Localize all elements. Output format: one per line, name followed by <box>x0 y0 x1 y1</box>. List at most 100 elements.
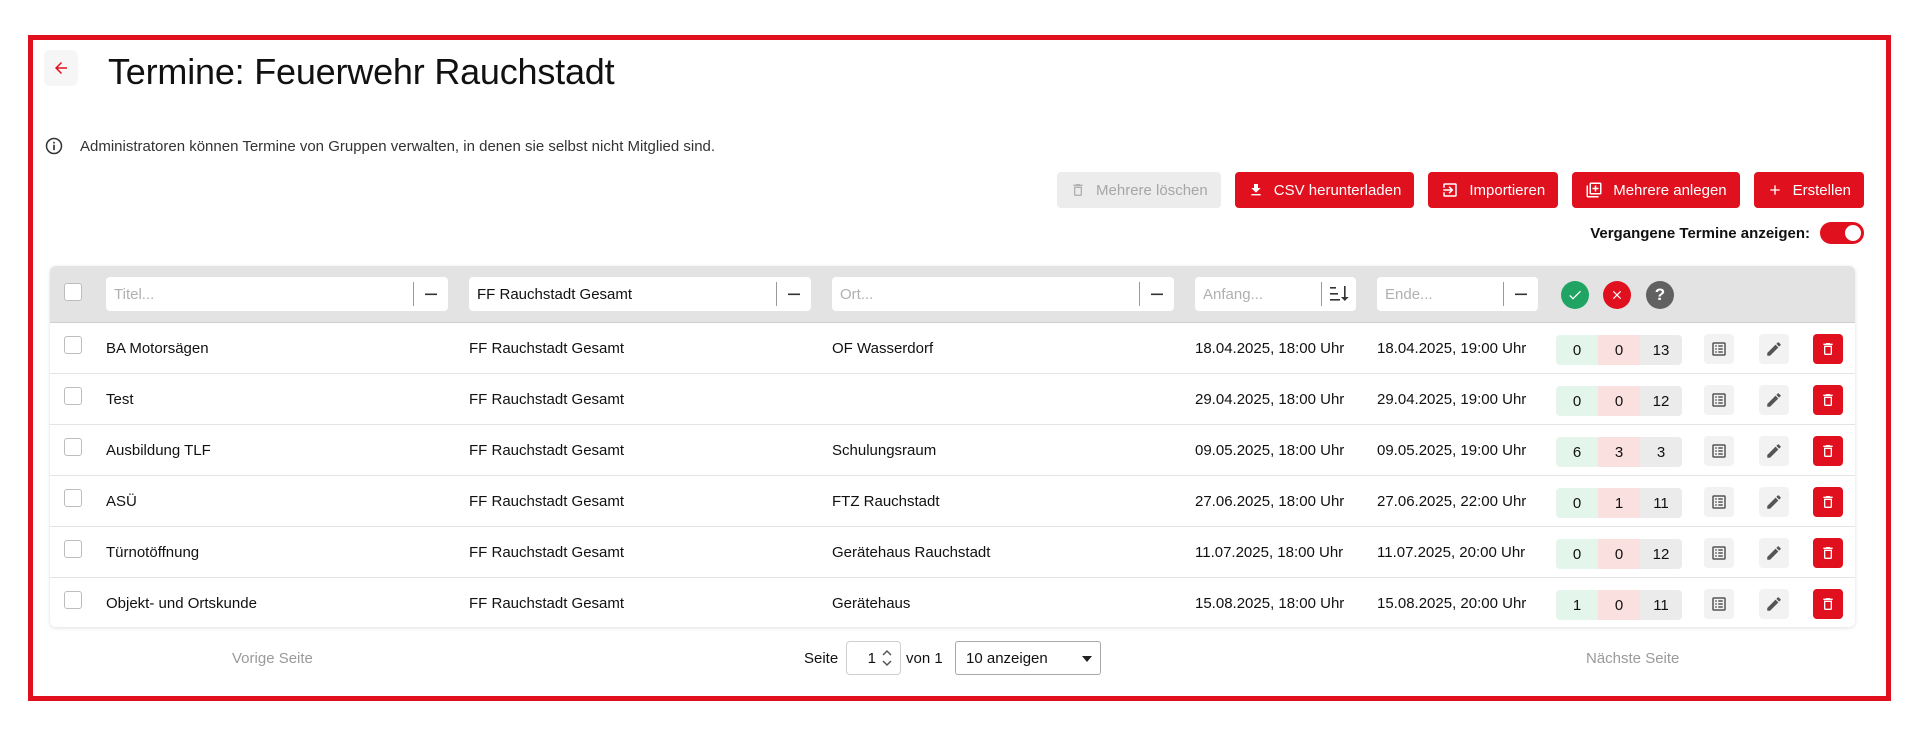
page-number-input[interactable]: 1 <box>846 641 901 675</box>
spinner-arrows-icon[interactable] <box>882 649 892 667</box>
info-text: Administratoren können Termine von Grupp… <box>80 137 716 155</box>
per-page-value: 10 anzeigen <box>966 649 1048 667</box>
info-icon <box>45 137 63 155</box>
csv-download-button[interactable]: CSV herunterladen <box>1234 172 1415 208</box>
sort-ascending-icon <box>1330 286 1349 301</box>
check-icon <box>1569 290 1581 300</box>
row-title: Test <box>106 391 134 408</box>
table-row: Objekt- und Ortskunde FF Rauchstadt Gesa… <box>50 577 1855 627</box>
prev-page-button[interactable]: Vorige Seite <box>232 650 313 667</box>
filter-no-button[interactable] <box>1603 281 1631 309</box>
row-checkbox[interactable] <box>64 591 82 609</box>
details-button[interactable] <box>1704 436 1734 466</box>
group-filter-input[interactable] <box>469 277 776 311</box>
delete-button[interactable] <box>1813 538 1843 568</box>
end-filter <box>1377 277 1538 311</box>
edit-button[interactable] <box>1759 538 1789 568</box>
show-past-label: Vergangene Termine anzeigen: <box>1590 224 1810 242</box>
per-page-select[interactable]: 10 anzeigen <box>955 641 1101 675</box>
import-icon <box>1443 183 1458 197</box>
group-filter-clear[interactable] <box>777 277 811 311</box>
edit-button[interactable] <box>1759 334 1789 364</box>
row-checkbox[interactable] <box>64 387 82 405</box>
edit-button[interactable] <box>1759 385 1789 415</box>
details-button[interactable] <box>1704 334 1734 364</box>
list-icon <box>1712 393 1726 407</box>
delete-many-button[interactable]: Mehrere löschen <box>1057 172 1221 208</box>
row-checkbox[interactable] <box>64 540 82 558</box>
row-place: Gerätehaus <box>832 595 911 612</box>
row-title: BA Motorsägen <box>106 340 209 357</box>
table-body: BA Motorsägen FF Rauchstadt Gesamt OF Wa… <box>50 322 1855 627</box>
trash-icon <box>1823 343 1833 355</box>
delete-button[interactable] <box>1813 487 1843 517</box>
group-filter <box>469 277 811 311</box>
row-title: Ausbildung TLF <box>106 442 211 459</box>
end-filter-input[interactable] <box>1377 277 1503 311</box>
list-icon <box>1712 342 1726 356</box>
row-checkbox[interactable] <box>64 438 82 456</box>
count-no: 3 <box>1598 437 1640 467</box>
row-group: FF Rauchstadt Gesamt <box>469 595 625 612</box>
row-checkbox[interactable] <box>64 489 82 507</box>
caret-down-icon <box>1082 656 1092 662</box>
edit-button[interactable] <box>1759 436 1789 466</box>
start-sort-button[interactable] <box>1322 277 1356 311</box>
filter-yes-button[interactable] <box>1561 281 1589 309</box>
response-counts: 0 0 12 <box>1556 539 1682 569</box>
pencil-icon <box>1767 444 1781 458</box>
details-button[interactable] <box>1704 538 1734 568</box>
list-icon <box>1712 444 1726 458</box>
create-button[interactable]: Erstellen <box>1753 172 1864 208</box>
import-button[interactable]: Importieren <box>1428 172 1559 208</box>
minus-icon <box>1151 293 1163 296</box>
list-icon <box>1712 495 1726 509</box>
details-button[interactable] <box>1704 385 1734 415</box>
row-group: FF Rauchstadt Gesamt <box>469 493 625 510</box>
details-button[interactable] <box>1704 589 1734 619</box>
count-no: 0 <box>1598 539 1640 569</box>
row-place: Schulungsraum <box>832 442 937 459</box>
delete-button[interactable] <box>1813 436 1843 466</box>
title-filter-clear[interactable] <box>414 277 448 311</box>
info-note: Administratoren können Termine von Grupp… <box>44 136 715 156</box>
row-place: Gerätehaus Rauchstadt <box>832 544 991 561</box>
page-total-label: von 1 <box>906 650 943 667</box>
plus-icon <box>1769 185 1780 195</box>
list-icon <box>1712 597 1726 611</box>
page-label: Seite <box>804 650 839 667</box>
count-yes: 0 <box>1556 386 1598 416</box>
delete-button[interactable] <box>1813 589 1843 619</box>
start-filter-input[interactable] <box>1195 277 1321 311</box>
response-counts: 1 0 11 <box>1556 590 1682 620</box>
row-title: ASÜ <box>106 493 137 510</box>
next-page-button[interactable]: Nächste Seite <box>1586 650 1679 667</box>
back-button[interactable] <box>44 50 78 86</box>
place-filter-input[interactable] <box>832 277 1139 311</box>
delete-button[interactable] <box>1813 385 1843 415</box>
toolbar: Mehrere löschen CSV herunterladen Import… <box>1057 172 1864 208</box>
create-many-button[interactable]: Mehrere anlegen <box>1572 172 1740 208</box>
select-all-checkbox[interactable] <box>64 283 82 301</box>
row-start: 15.08.2025, 18:00 Uhr <box>1195 595 1345 612</box>
title-filter-input[interactable] <box>106 277 413 311</box>
edit-button[interactable] <box>1759 487 1789 517</box>
filter-maybe-button[interactable]: ? <box>1646 281 1674 309</box>
row-start: 29.04.2025, 18:00 Uhr <box>1195 391 1345 408</box>
row-end: 11.07.2025, 20:00 Uhr <box>1377 544 1526 561</box>
delete-button[interactable] <box>1813 334 1843 364</box>
count-maybe: 11 <box>1640 590 1682 620</box>
row-group: FF Rauchstadt Gesamt <box>469 544 625 561</box>
trash-icon <box>1823 496 1833 508</box>
show-past-toggle[interactable] <box>1820 222 1864 244</box>
edit-button[interactable] <box>1759 589 1789 619</box>
table-row: Test FF Rauchstadt Gesamt 29.04.2025, 18… <box>50 373 1855 424</box>
row-end: 29.04.2025, 19:00 Uhr <box>1377 391 1527 408</box>
start-filter <box>1195 277 1356 311</box>
row-checkbox[interactable] <box>64 336 82 354</box>
row-place: FTZ Rauchstadt <box>832 493 940 510</box>
details-button[interactable] <box>1704 487 1734 517</box>
end-filter-clear[interactable] <box>1504 277 1538 311</box>
place-filter-clear[interactable] <box>1140 277 1174 311</box>
events-table: ? BA Motorsägen FF Rauchstadt Gesamt OF … <box>50 266 1855 627</box>
